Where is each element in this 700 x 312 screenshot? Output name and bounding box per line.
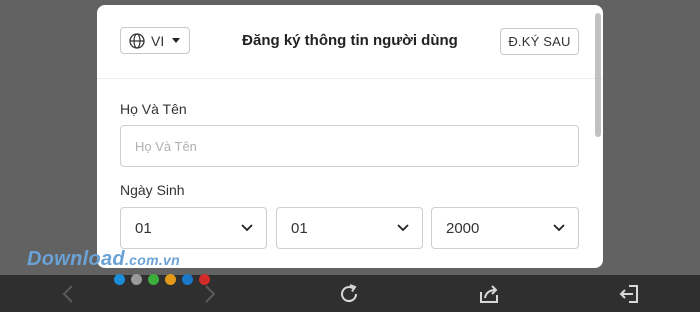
dialog-header: VI Đăng ký thông tin người dùng Đ.KÝ SAU [97, 5, 603, 79]
watermark-dot [165, 274, 176, 285]
registration-dialog: VI Đăng ký thông tin người dùng Đ.KÝ SAU… [97, 5, 603, 268]
chevron-left-icon[interactable] [57, 282, 81, 306]
watermark-text: Download [27, 248, 125, 270]
month-value: 01 [291, 219, 308, 237]
day-value: 01 [135, 219, 152, 237]
date-of-birth-label: Ngày Sinh [120, 182, 185, 198]
chevron-down-icon [553, 224, 565, 232]
watermark-dot [131, 274, 142, 285]
exit-icon[interactable] [617, 282, 641, 306]
chevron-down-icon [241, 224, 253, 232]
download-watermark-logo: Download.com.vn [27, 248, 180, 271]
bottom-toolbar [0, 275, 700, 312]
day-select[interactable]: 01 [120, 207, 267, 249]
month-select[interactable]: 01 [276, 207, 423, 249]
watermark-dots [114, 274, 210, 285]
watermark-dot [114, 274, 125, 285]
year-select[interactable]: 2000 [431, 207, 579, 249]
register-later-button[interactable]: Đ.KÝ SAU [500, 28, 579, 55]
watermark-dot [199, 274, 210, 285]
watermark-dot [182, 274, 193, 285]
watermark-dot [148, 274, 159, 285]
refresh-icon[interactable] [337, 282, 361, 306]
scrollbar[interactable] [595, 13, 601, 137]
watermark-domain: .com.vn [124, 252, 180, 268]
full-name-input[interactable] [120, 125, 579, 167]
year-value: 2000 [446, 219, 480, 237]
chevron-right-icon[interactable] [197, 282, 221, 306]
chevron-down-icon [397, 224, 409, 232]
share-icon[interactable] [477, 282, 501, 306]
full-name-label: Họ Và Tên [120, 101, 187, 117]
